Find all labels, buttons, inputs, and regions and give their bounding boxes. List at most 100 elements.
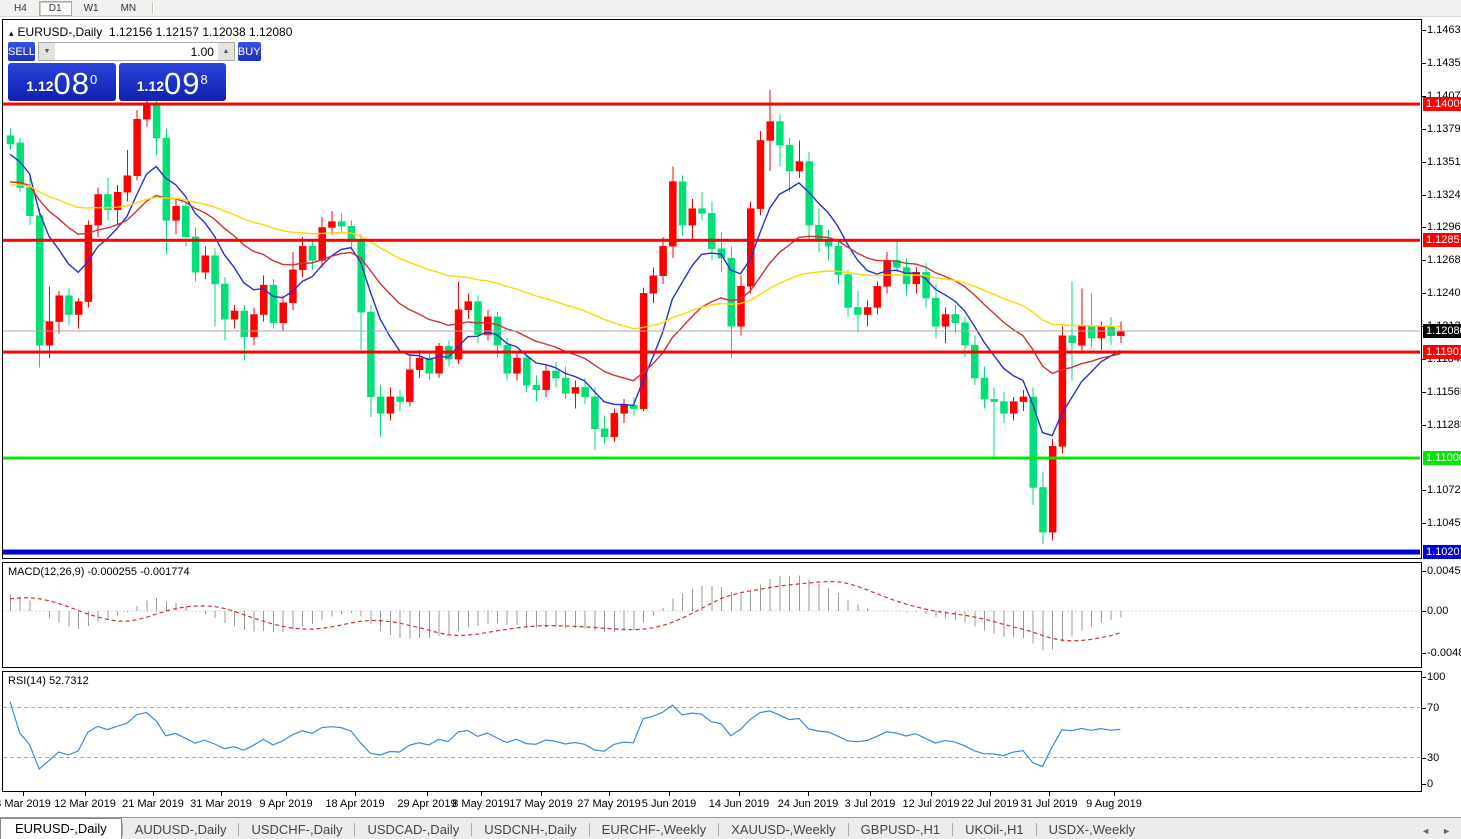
date-label: 5 Jun 2019 <box>642 798 696 810</box>
buy-button[interactable]: BUY <box>238 42 261 61</box>
date-tick <box>481 792 482 796</box>
candle-down <box>192 237 199 272</box>
candle-up <box>416 358 423 370</box>
candle-down <box>65 296 72 315</box>
candle-up <box>134 119 141 175</box>
volume-increase-button[interactable]: ▲ <box>218 43 234 60</box>
price-tick-label: 1.13515 <box>1427 156 1461 168</box>
axis-tick <box>1421 653 1426 654</box>
one-click-trade-panel: SELL ▼ ▲ BUY 1.12080 1.12098 <box>8 42 226 101</box>
level-price-badge: 1.11000 <box>1423 451 1461 465</box>
candle-down <box>708 213 715 248</box>
level-line-1.14009 <box>3 103 1420 106</box>
tab-usdx-weekly[interactable]: USDX-,Weekly <box>1037 820 1147 839</box>
candle-up <box>738 286 745 326</box>
candle-up <box>75 302 82 315</box>
date-label: 31 Mar 2019 <box>190 798 252 810</box>
axis-tick <box>1421 611 1426 612</box>
chart-ohlc-values: 1.12156 1.12157 1.12038 1.12080 <box>109 25 293 39</box>
date-label: 17 May 2019 <box>509 798 573 810</box>
tab-usdcnh-daily[interactable]: USDCNH-,Daily <box>472 820 588 839</box>
candle-down <box>971 345 978 378</box>
date-label: 9 Apr 2019 <box>259 798 312 810</box>
candle-down <box>504 345 511 373</box>
chart-symbol-label: EURUSD-,Daily <box>18 25 103 39</box>
candle-down <box>1030 397 1037 488</box>
candle-up <box>387 397 394 413</box>
candle-down <box>523 358 530 385</box>
date-label: 12 Jul 2019 <box>903 798 960 810</box>
volume-decrease-button[interactable]: ▼ <box>39 43 55 60</box>
candle-down <box>7 136 14 144</box>
candle-up <box>299 246 306 270</box>
tab-eurchf-weekly[interactable]: EURCHF-,Weekly <box>590 820 719 839</box>
date-tick <box>153 792 154 796</box>
candle-up <box>231 311 238 319</box>
volume-input[interactable] <box>55 43 218 60</box>
level-line-1.10201 <box>3 550 1420 555</box>
candle-down <box>981 378 988 399</box>
candle-up <box>689 209 696 225</box>
current-price-badge: 1.12080 <box>1423 324 1461 338</box>
tab-scroll-right-icon[interactable]: ► <box>1442 826 1451 836</box>
axis-tick <box>1421 30 1426 31</box>
date-tick <box>85 792 86 796</box>
chart-tab-bar: EURUSD-,DailyAUDUSD-,DailyUSDCHF-,DailyU… <box>0 817 1461 839</box>
candle-up <box>289 270 296 303</box>
macd-axis-label: 0.004517 <box>1427 565 1461 577</box>
sell-price-small: 1.12 <box>26 73 53 99</box>
tab-eurusd-daily[interactable]: EURUSD-,Daily <box>0 818 122 839</box>
candle-up <box>1117 331 1124 336</box>
buy-price-box[interactable]: 1.12098 <box>119 63 227 101</box>
level-line-1.12851 <box>3 239 1420 242</box>
tab-audusd-daily[interactable]: AUDUSD-,Daily <box>123 820 239 839</box>
candle-down <box>182 206 189 237</box>
chart-title: ▴ EURUSD-,Daily 1.12156 1.12157 1.12038 1… <box>9 25 292 39</box>
tab-gbpusd-h1[interactable]: GBPUSD-,H1 <box>849 820 952 839</box>
candle-up <box>124 176 131 192</box>
candle-down <box>699 209 706 214</box>
candle-down <box>932 298 939 326</box>
candle-down <box>962 323 969 345</box>
tab-xauusd-weekly[interactable]: XAUUSD-,Weekly <box>719 820 848 839</box>
tab-usdchf-daily[interactable]: USDCHF-,Daily <box>239 820 354 839</box>
tab-usdcad-daily[interactable]: USDCAD-,Daily <box>355 820 471 839</box>
candle-up <box>650 276 657 294</box>
collapse-arrow-icon[interactable]: ▴ <box>9 28 14 38</box>
date-label: 12 Mar 2019 <box>54 798 116 810</box>
axis-tick <box>1421 784 1426 785</box>
candle-up <box>280 303 287 323</box>
axis-tick <box>1421 392 1426 393</box>
level-price-badge: 1.11901 <box>1423 345 1461 359</box>
price-tick-label: 1.10725 <box>1427 484 1461 496</box>
axis-tick <box>1421 523 1426 524</box>
date-label: 18 Apr 2019 <box>325 798 384 810</box>
axis-tick <box>1421 293 1426 294</box>
level-line-1.11901 <box>3 351 1420 354</box>
candle-down <box>212 256 219 284</box>
level-price-badge: 1.12851 <box>1423 233 1461 247</box>
candle-down <box>533 385 540 390</box>
axis-tick <box>1421 571 1426 572</box>
level-price-badge: 1.14009 <box>1423 97 1461 111</box>
candle-up <box>513 358 520 373</box>
candle-up <box>864 307 871 314</box>
price-tick-label: 1.14635 <box>1427 24 1461 36</box>
date-label: 22 Jul 2019 <box>962 798 1019 810</box>
rsi-line <box>10 702 1120 769</box>
sell-button[interactable]: SELL <box>8 42 35 61</box>
candle-down <box>952 315 959 323</box>
chart-canvas[interactable] <box>0 0 1461 839</box>
candle-up <box>202 256 209 272</box>
date-tick <box>221 792 222 796</box>
axis-tick <box>1421 708 1426 709</box>
axis-tick <box>1421 162 1426 163</box>
candle-down <box>991 399 998 401</box>
candle-up <box>884 260 891 286</box>
date-tick <box>669 792 670 796</box>
tab-ukoil-h1[interactable]: UKOil-,H1 <box>953 820 1036 839</box>
sell-price-box[interactable]: 1.12080 <box>8 63 116 101</box>
candle-down <box>552 371 559 378</box>
tab-scroll-left-icon[interactable]: ◄ <box>1421 826 1430 836</box>
rsi-axis-label: 0 <box>1427 778 1433 790</box>
